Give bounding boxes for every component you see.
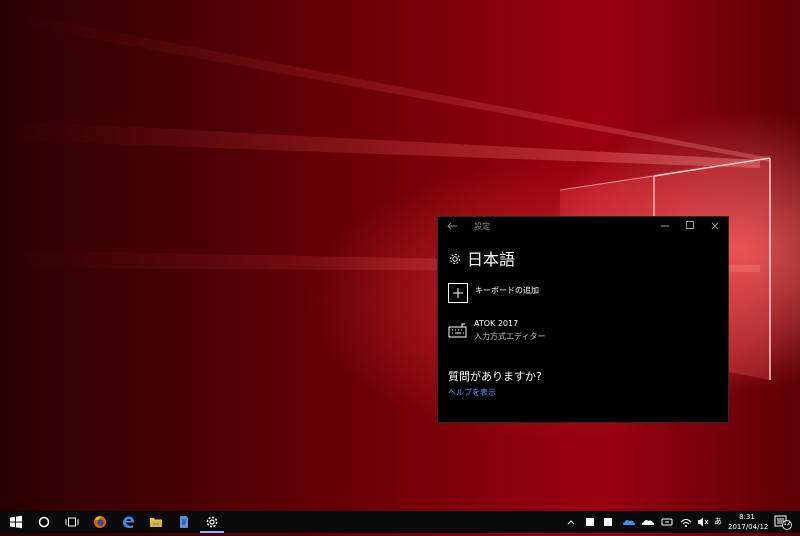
edge-icon xyxy=(123,516,134,528)
firefox-icon xyxy=(94,516,106,528)
keyboard-list-item[interactable]: ATOK 2017 入力方式エディター xyxy=(448,319,708,347)
volume-icon[interactable] xyxy=(697,514,709,530)
file-explorer-button[interactable] xyxy=(142,511,170,533)
wifi-icon[interactable] xyxy=(679,514,693,530)
cortana-circle-icon xyxy=(38,516,50,528)
task-view-button[interactable] xyxy=(58,511,86,533)
firefox-button[interactable] xyxy=(86,511,114,533)
chevron-up-icon[interactable] xyxy=(566,514,576,530)
task-view-icon xyxy=(65,517,79,527)
tray-app-icon-2[interactable] xyxy=(603,514,613,530)
keyboard-icon xyxy=(448,323,467,338)
action-center-button[interactable]: 12 xyxy=(774,514,792,530)
close-icon[interactable] xyxy=(708,221,722,233)
arrow-left-icon[interactable] xyxy=(446,220,458,232)
document-icon xyxy=(180,516,188,528)
window-title: 設定 xyxy=(474,222,490,231)
windows-icon xyxy=(10,515,22,529)
edge-button[interactable] xyxy=(114,511,142,533)
cortana-button[interactable] xyxy=(30,511,58,533)
add-keyboard-label: キーボードの追加 xyxy=(475,286,539,295)
settings-taskbar-button[interactable] xyxy=(198,511,226,533)
device-icon[interactable] xyxy=(660,514,674,530)
clock-time: 8:31 xyxy=(739,513,755,521)
ime-mode-indicator[interactable]: あ xyxy=(714,514,722,530)
start-button[interactable] xyxy=(2,511,30,533)
tray-app-icon-1[interactable] xyxy=(585,514,595,530)
clock[interactable]: 8:31 2017/04/12 xyxy=(728,512,769,532)
gear-icon xyxy=(450,254,460,264)
page-title: 日本語 xyxy=(467,250,516,269)
folder-icon xyxy=(150,518,162,527)
add-keyboard-button[interactable]: キーボードの追加 xyxy=(448,283,708,307)
minimize-icon[interactable] xyxy=(658,221,672,233)
plus-icon xyxy=(448,283,468,303)
notification-count: 12 xyxy=(783,520,791,527)
help-link[interactable]: ヘルプを表示 xyxy=(448,387,496,398)
keyboard-description: 入力方式エディター xyxy=(474,332,546,341)
taskbar: あ 8:31 2017/04/12 12 xyxy=(0,511,800,533)
document-app-button[interactable] xyxy=(170,511,198,533)
window-titlebar[interactable]: 設定 xyxy=(438,217,728,237)
gear-icon xyxy=(206,516,218,528)
settings-window: 設定 日本語 キーボードの追加 ATOK 2017 入力方式エディター 質問があ… xyxy=(437,216,729,423)
help-question: 質問がありますか? xyxy=(448,370,542,383)
onedrive-icon[interactable] xyxy=(622,514,636,530)
maximize-icon[interactable] xyxy=(683,221,697,233)
keyboard-name: ATOK 2017 xyxy=(474,319,519,328)
clock-date: 2017/04/12 xyxy=(728,523,769,531)
cloud-icon[interactable] xyxy=(641,514,655,530)
